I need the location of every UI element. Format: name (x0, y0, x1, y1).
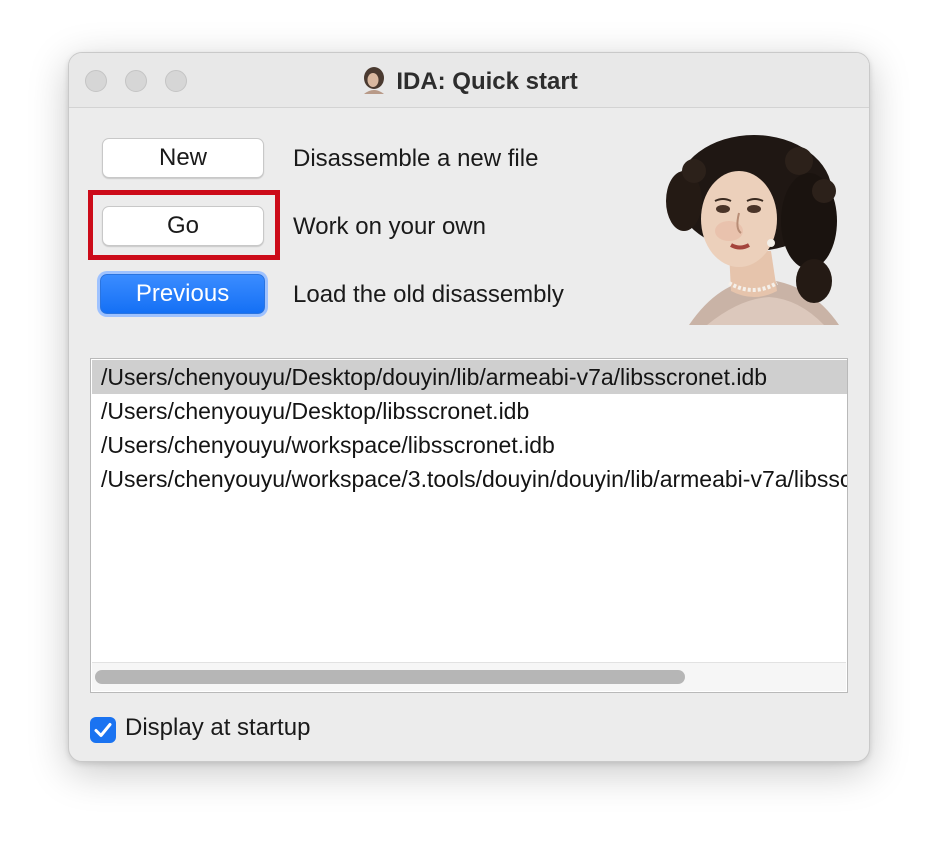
list-item[interactable]: /Users/chenyouyu/workspace/3.tools/douyi… (92, 462, 847, 496)
display-at-startup-checkbox[interactable] (90, 717, 116, 743)
title-bar: IDA: Quick start (69, 53, 869, 108)
display-at-startup-label[interactable]: Display at startup (125, 714, 310, 742)
quick-start-window: IDA: Quick start New Disassemble a new f… (68, 52, 870, 762)
scrollbar-thumb[interactable] (95, 670, 685, 684)
checkmark-icon (94, 723, 112, 737)
previous-button[interactable]: Previous (100, 274, 265, 314)
recent-files-list[interactable]: /Users/chenyouyu/Desktop/douyin/lib/arme… (90, 358, 848, 693)
previous-description: Load the old disassembly (293, 281, 564, 308)
new-button[interactable]: New (102, 138, 264, 178)
go-description: Work on your own (293, 213, 486, 240)
window-title: IDA: Quick start (396, 68, 578, 95)
new-description: Disassemble a new file (293, 145, 539, 172)
window-title-container: IDA: Quick start (69, 66, 869, 96)
portrait-image (659, 131, 845, 325)
horizontal-scrollbar[interactable] (92, 662, 846, 691)
portrait-icon (360, 66, 388, 94)
list-item[interactable]: /Users/chenyouyu/workspace/libsscronet.i… (92, 428, 847, 462)
go-button[interactable]: Go (102, 206, 264, 246)
list-item[interactable]: /Users/chenyouyu/Desktop/douyin/lib/arme… (92, 360, 847, 394)
list-item[interactable]: /Users/chenyouyu/Desktop/libsscronet.idb (92, 394, 847, 428)
